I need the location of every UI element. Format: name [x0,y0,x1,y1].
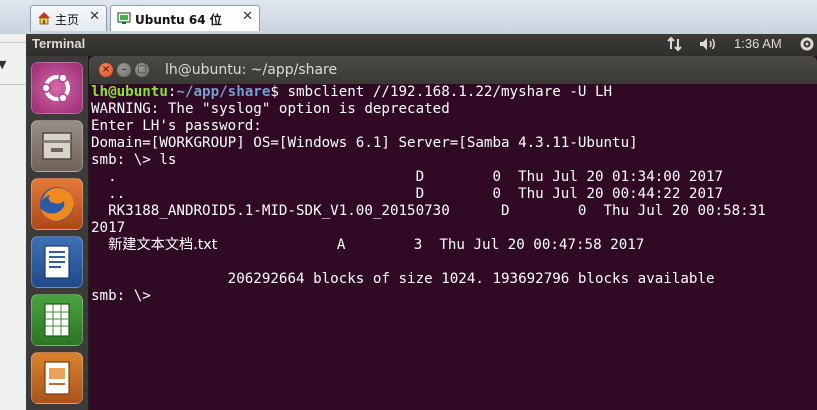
maximize-window-button[interactable]: □ [135,63,149,77]
output-line: Enter LH's password: [91,118,262,134]
impress-icon [44,361,70,395]
writer-icon [44,245,70,279]
output-line: 2017 [91,220,126,236]
home-icon [38,12,50,25]
host-tab-home-label: 主页 [55,13,80,27]
prompt-path: ~/app/share [176,84,271,100]
close-icon[interactable]: ✕ [242,9,253,24]
minimize-window-button[interactable]: – [117,63,131,77]
app-title: Terminal [32,36,86,51]
launcher-item-impress[interactable] [31,352,83,404]
close-icon[interactable]: ✕ [89,9,100,24]
top-panel: Terminal 1:36 AM [26,34,817,56]
output-line: WARNING: The "syslog" option is deprecat… [91,101,450,117]
launcher-item-dash[interactable] [31,62,83,114]
output-line: 206292664 blocks of size 1024. 193692796… [91,271,715,287]
host-tab-ubuntu-label: Ubuntu 64 位 [135,13,222,27]
host-tab-bar: 主页 ✕ Ubuntu 64 位 ✕ [0,0,817,35]
ubuntu-dash-icon [41,73,70,103]
file-manager-icon [42,132,72,160]
command-line: lh@ubuntu:~/app/share$ smbclient //192.1… [91,84,613,100]
output-line: . D 0 Thu Jul 20 01:34:00 2017 [91,169,724,185]
output-line: smb: \> [91,288,151,304]
output-line: RK3188_ANDROID5.1-MID-SDK_V1.00_20150730… [91,203,766,219]
host-side-panel: ▼ [0,34,27,410]
output-line-cjk: 新建文本文档.txt A 3 Thu Jul 20 00:47:58 2017 [91,237,644,254]
window-titlebar[interactable]: × – □ lh@ubuntu: ~/app/share [89,56,817,84]
divider [0,42,26,43]
output-line: Domain=[WORKGROUP] OS=[Windows 6.1] Serv… [91,135,638,151]
cjk-file-info: A 3 Thu Jul 20 00:47:58 2017 [217,237,645,253]
command-text: $ smbclient //192.168.1.22/myshare -U LH [270,84,613,100]
launcher-item-writer[interactable] [31,236,83,288]
calc-icon [44,303,70,337]
output-line: smb: \> ls [91,152,177,168]
terminal-window: × – □ lh@ubuntu: ~/app/share lh@ubuntu:~… [89,56,817,410]
clock[interactable]: 1:36 AM [734,36,782,51]
vm-icon [117,12,131,24]
host-tab-home[interactable]: 主页 ✕ [30,5,107,31]
launcher-item-files[interactable] [31,120,83,172]
chevron-down-icon[interactable]: ▼ [0,58,6,71]
firefox-icon [40,187,74,221]
divider [0,84,26,85]
launcher [26,56,89,410]
output-line: .. D 0 Thu Jul 20 00:44:22 2017 [91,186,724,202]
launcher-item-firefox[interactable] [31,178,83,230]
host-tab-ubuntu[interactable]: Ubuntu 64 位 ✕ [110,5,260,31]
prompt-user: lh@ubuntu [91,84,168,100]
window-title: lh@ubuntu: ~/app/share [165,62,338,78]
gear-icon[interactable] [798,35,816,53]
close-window-button[interactable]: × [99,63,113,77]
volume-icon[interactable] [698,35,718,53]
launcher-item-calc[interactable] [31,294,83,346]
cjk-file-name: 新建文本文档.txt [108,237,218,253]
network-icon[interactable] [666,35,684,53]
